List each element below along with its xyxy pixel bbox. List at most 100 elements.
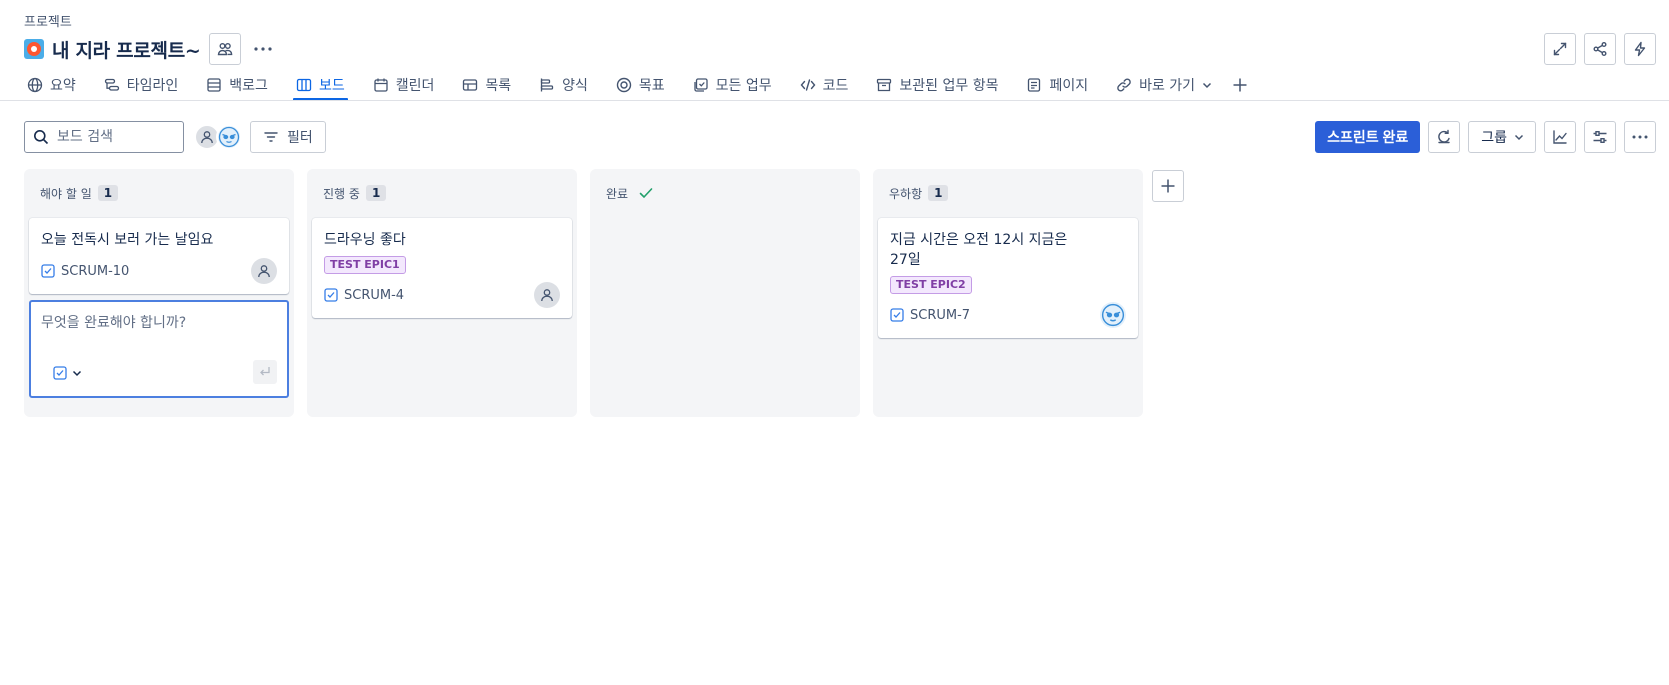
column-header[interactable]: 진행 중 1 [312,177,572,209]
tab-goals[interactable]: 목표 [613,70,668,100]
column-title: 우하항 [889,186,923,201]
tab-label: 요약 [50,78,76,94]
column-header[interactable]: 완료 [595,177,855,209]
column-todo: 해야 할 일 1 오늘 전독시 보러 가는 날임요 SCRUM-10 [24,169,294,417]
tab-label: 보관된 업무 항목 [899,78,999,94]
card-title: 드라우닝 좋다 [324,232,406,248]
tab-label: 캘린더 [395,78,435,94]
view-settings-button[interactable] [1584,121,1616,153]
tab-board[interactable]: 보드 [292,70,348,101]
tab-backlog[interactable]: 백로그 [203,70,271,100]
refresh-button[interactable] [1428,121,1461,153]
tab-list[interactable]: 목록 [459,70,514,100]
fullscreen-button[interactable] [1544,33,1576,65]
epic-lozenge[interactable]: TEST EPIC2 [890,276,972,294]
board-search[interactable] [24,121,184,153]
search-input[interactable] [57,129,167,145]
card-title: 지금 시간은 오전 12시 지금은 27일 [890,232,1068,268]
issue-key[interactable]: SCRUM-4 [344,288,404,303]
avatar-user[interactable] [216,124,242,150]
card-footer: SCRUM-4 [324,282,560,308]
project-more-button[interactable] [247,33,279,65]
column-title: 완료 [606,186,629,201]
tab-all-work[interactable]: 모든 업무 [690,70,775,100]
card-footer: SCRUM-10 [41,258,277,284]
add-tab-button[interactable] [1232,70,1248,100]
lightning-icon [1634,41,1646,57]
tab-label: 페이지 [1049,78,1089,94]
issue-key[interactable]: SCRUM-10 [61,264,129,279]
task-checkbox-icon [41,264,55,278]
tab-code[interactable]: 코드 [797,70,852,100]
group-dropdown[interactable]: 그룹 [1468,121,1536,153]
tab-label: 목록 [485,78,512,94]
card-title: 오늘 전독시 보러 가는 날임요 [41,232,214,248]
card-footer: SCRUM-7 [890,302,1126,328]
column-custom: 우하항 1 지금 시간은 오전 12시 지금은 27일 TEST EPIC2 S… [873,169,1143,417]
tab-label: 코드 [822,78,849,94]
tab-label: 양식 [562,78,588,94]
issue-card[interactable]: 드라우닝 좋다 TEST EPIC1 SCRUM-4 [312,218,572,318]
line-chart-icon [1553,130,1567,144]
create-issue-input[interactable] [41,312,277,352]
complete-sprint-button[interactable]: 스프린트 완료 [1315,121,1421,153]
submit-create-button[interactable] [253,360,277,384]
tab-label: 타임라인 [126,78,179,94]
tab-calendar[interactable]: 캘린더 [370,70,438,100]
task-checkbox-icon [324,288,338,302]
automation-button[interactable] [1624,33,1656,65]
issue-card[interactable]: 오늘 전독시 보러 가는 날임요 SCRUM-10 [29,218,289,294]
share-icon [1593,42,1607,56]
column-count: 1 [97,185,119,201]
board-more-button[interactable] [1624,121,1656,153]
column-in-progress: 진행 중 1 드라우닝 좋다 TEST EPIC1 SCRUM-4 [307,169,577,417]
calendar-icon [374,78,388,92]
tab-label: 바로 가기 [1139,78,1196,94]
issue-key[interactable]: SCRUM-7 [910,308,970,323]
more-icon [1632,135,1648,139]
add-column-button[interactable] [1152,170,1184,202]
top-actions [1544,33,1656,65]
column-header[interactable]: 해야 할 일 1 [29,177,289,209]
assignee-avatar[interactable] [534,282,560,308]
cartoon-face-icon [218,126,240,148]
sliders-icon [1593,131,1607,143]
issue-card[interactable]: 지금 시간은 오전 12시 지금은 27일 TEST EPIC2 SCRUM-7 [878,218,1138,338]
tab-summary[interactable]: 요약 [24,70,79,100]
column-header[interactable]: 우하항 1 [878,177,1138,209]
share-button[interactable] [1584,33,1616,65]
breadcrumb[interactable]: 프로젝트 [24,11,72,30]
globe-icon [27,77,43,93]
epic-lozenge[interactable]: TEST EPIC1 [324,256,406,274]
tab-shortcuts[interactable]: 바로 가기 [1113,70,1216,100]
project-avatar-icon [24,39,44,59]
issue-type-picker[interactable] [53,366,83,380]
team-button[interactable] [208,33,241,65]
insights-button[interactable] [1544,121,1576,153]
board-columns: 해야 할 일 1 오늘 전독시 보러 가는 날임요 SCRUM-10 무엇을 완… [24,169,1143,417]
assignee-avatar[interactable] [1100,302,1126,328]
cartoon-face-icon [1101,303,1125,327]
tab-pages[interactable]: 페이지 [1023,70,1091,100]
people-icon [217,43,232,56]
tab-form[interactable]: 양식 [536,70,591,100]
archive-icon [877,78,892,92]
assignee-avatar[interactable] [251,258,277,284]
tabs-divider [0,100,1669,101]
column-title: 해야 할 일 [40,186,92,201]
tab-label: 백로그 [229,78,268,94]
board-icon [296,78,312,92]
column-done: 완료 [590,169,860,417]
tab-label: 모든 업무 [715,78,772,94]
column-count: 1 [365,185,387,201]
filter-button[interactable]: 필터 [250,121,326,153]
project-header: 내 지라 프로젝트~ [24,33,279,65]
chevron-down-icon [1514,134,1524,141]
enter-icon [260,367,270,376]
filter-icon [264,132,278,142]
form-icon [540,78,554,92]
tab-archived-items[interactable]: 보관된 업무 항목 [873,70,1001,100]
plus-icon [1161,179,1175,193]
filter-label: 필터 [287,130,313,146]
tab-timeline[interactable]: 타임라인 [101,70,182,100]
